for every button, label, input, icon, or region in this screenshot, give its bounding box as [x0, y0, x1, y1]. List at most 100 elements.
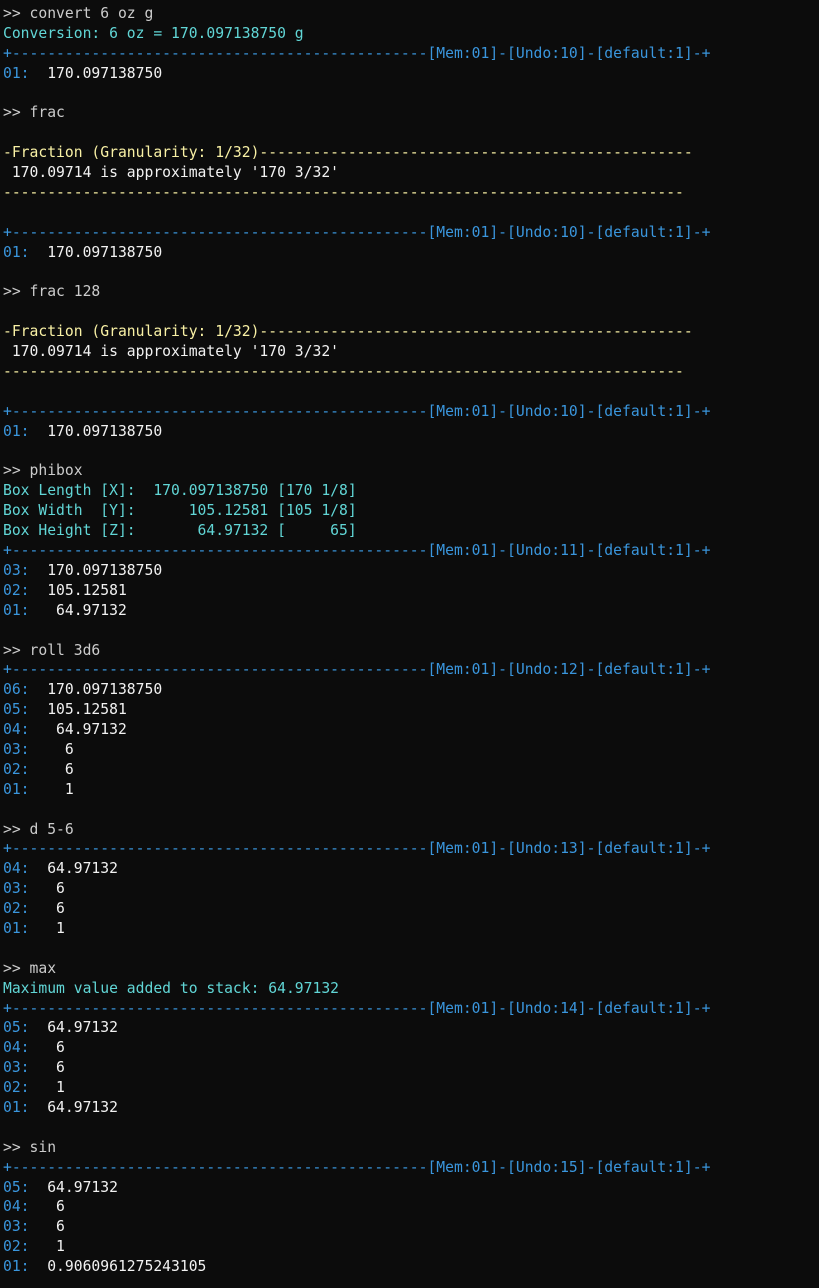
command-prompt-line-text: >> roll 3d6	[3, 641, 101, 659]
stack-level-label: 02:	[3, 1079, 30, 1097]
stack-value: 6	[29, 740, 74, 758]
stack-entry: 05: 105.12581	[3, 700, 819, 720]
stack-level-label: 01:	[3, 64, 30, 82]
fraction-output-line-text: 170.09714 is approximately '170 3/32'	[3, 343, 340, 361]
stack-status-separator-text: +---------------------------------------…	[3, 840, 711, 858]
command-prompt-line-text: >> convert 6 oz g	[3, 5, 154, 22]
command-prompt-line: >> frac	[3, 103, 819, 123]
stack-level-label: 01:	[3, 1258, 30, 1276]
command-prompt-line-text: >> frac 128	[3, 283, 101, 301]
stack-entry: 01: 1	[3, 780, 819, 800]
stack-level-label: 04:	[3, 1039, 30, 1057]
stack-status-separator: +---------------------------------------…	[3, 402, 819, 422]
info-output-line: Conversion: 6 oz = 170.097138750 g	[3, 24, 819, 44]
stack-value: 1	[29, 1238, 65, 1256]
stack-entry: 02: 6	[3, 760, 819, 780]
stack-entry: 01: 0.9060961275243105	[3, 1257, 819, 1277]
stack-value: 64.97132	[29, 721, 127, 739]
fraction-output-line-text: -Fraction (Granularity: 1/32)-----------…	[3, 323, 693, 341]
stack-value: 1	[29, 1079, 65, 1097]
stack-entry: 02: 1	[3, 1078, 819, 1098]
fraction-output-line: ----------------------------------------…	[3, 362, 819, 382]
stack-status-separator-text: +---------------------------------------…	[3, 223, 711, 241]
command-prompt-line: >> d 5-6	[3, 820, 819, 840]
stack-entry: 03: 6	[3, 740, 819, 760]
stack-value: 170.097138750	[29, 561, 163, 579]
info-output-line-text: Maximum value added to stack: 64.97132	[3, 979, 340, 997]
stack-value: 6	[29, 760, 74, 778]
fraction-output-line-text: 170.09714 is approximately '170 3/32'	[3, 164, 340, 182]
stack-status-separator-text: +---------------------------------------…	[3, 661, 711, 679]
stack-entry: 02: 105.12581	[3, 581, 819, 601]
command-prompt-line: >> sin	[3, 1138, 819, 1158]
command-prompt-line-text: >> phibox	[3, 462, 83, 480]
stack-level-label: 01:	[3, 1098, 30, 1116]
stack-value: 170.097138750	[29, 422, 163, 440]
fraction-output-line-text: ----------------------------------------…	[3, 184, 684, 202]
stack-status-separator-text: +---------------------------------------…	[3, 402, 711, 420]
stack-status-separator: +---------------------------------------…	[3, 660, 819, 680]
stack-entry: 01: 170.097138750	[3, 422, 819, 442]
stack-entry: 03: 6	[3, 1058, 819, 1078]
fraction-output-line-text: ----------------------------------------…	[3, 363, 684, 381]
stack-level-label: 01:	[3, 780, 30, 798]
stack-entry: 03: 6	[3, 1217, 819, 1237]
stack-status-separator: +---------------------------------------…	[3, 44, 819, 64]
stack-value: 0.9060961275243105	[29, 1258, 207, 1276]
stack-value: 6	[29, 900, 65, 918]
stack-level-label: 04:	[3, 721, 30, 739]
stack-level-label: 05:	[3, 1019, 30, 1037]
stack-value: 170.097138750	[29, 243, 163, 261]
fraction-output-line: ----------------------------------------…	[3, 183, 819, 203]
stack-level-label: 02:	[3, 900, 30, 918]
info-output-line: Box Height [Z]: 64.97132 [ 65]	[3, 521, 819, 541]
stack-status-separator-text: +---------------------------------------…	[3, 44, 711, 62]
command-prompt-line: >> frac 128	[3, 282, 819, 302]
command-prompt-line: >> phibox	[3, 461, 819, 481]
command-prompt-line-text: >> frac	[3, 104, 65, 122]
stack-value: 6	[29, 1059, 65, 1077]
fraction-output-line-text: -Fraction (Granularity: 1/32)-----------…	[3, 144, 693, 162]
stack-entry: 05: 64.97132	[3, 1178, 819, 1198]
stack-entry: 04: 6	[3, 1038, 819, 1058]
stack-value: 6	[29, 1198, 65, 1216]
stack-level-label: 02:	[3, 581, 30, 599]
stack-value: 64.97132	[29, 860, 118, 878]
stack-entry: 06: 170.097138750	[3, 680, 819, 700]
stack-value: 1	[29, 919, 65, 937]
stack-entry: 02: 6	[3, 899, 819, 919]
fraction-output-line: -Fraction (Granularity: 1/32)-----------…	[3, 322, 819, 342]
stack-level-label: 03:	[3, 880, 30, 898]
stack-status-separator-text: +---------------------------------------…	[3, 542, 711, 560]
stack-level-label: 02:	[3, 1238, 30, 1256]
stack-entry: 01: 170.097138750	[3, 64, 819, 84]
stack-entry: 01: 1	[3, 919, 819, 939]
command-prompt-line: >> max	[3, 959, 819, 979]
stack-level-label: 04:	[3, 1198, 30, 1216]
stack-value: 6	[29, 880, 65, 898]
stack-value: 6	[29, 1039, 65, 1057]
info-output-line: Box Length [X]: 170.097138750 [170 1/8]	[3, 481, 819, 501]
stack-entry: 02: 1	[3, 1237, 819, 1257]
stack-level-label: 01:	[3, 601, 30, 619]
stack-value: 64.97132	[29, 1178, 118, 1196]
stack-status-separator-text: +---------------------------------------…	[3, 1158, 711, 1176]
stack-level-label: 03:	[3, 1059, 30, 1077]
stack-level-label: 03:	[3, 561, 30, 579]
stack-level-label: 04:	[3, 860, 30, 878]
stack-entry: 01: 64.97132	[3, 601, 819, 621]
info-output-line: Box Width [Y]: 105.12581 [105 1/8]	[3, 501, 819, 521]
stack-status-separator-text: +---------------------------------------…	[3, 999, 711, 1017]
command-prompt-line: >> convert 6 oz g	[3, 4, 819, 24]
stack-entry: 03: 6	[3, 879, 819, 899]
stack-level-label: 05:	[3, 701, 30, 719]
stack-level-label: 01:	[3, 243, 30, 261]
